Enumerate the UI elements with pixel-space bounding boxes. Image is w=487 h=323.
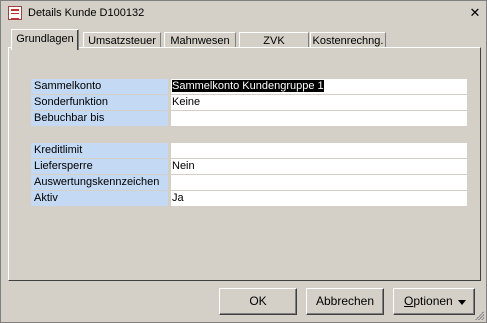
auswertungskennzeichen-select[interactable] [171,175,467,190]
field-value: Keine [172,96,201,108]
kreditlimit-input[interactable] [171,143,467,158]
tab-label: Grundlagen [16,33,74,45]
resize-grip-icon[interactable] [474,310,484,320]
liefersperre-select[interactable]: Nein [171,159,467,174]
options-button[interactable]: Optionen [393,288,475,315]
cancel-button[interactable]: Abbrechen [306,288,384,315]
field-label: Sammelkonto [31,79,168,94]
tab-label: ZVK [263,35,285,47]
window-title: Details Kunde D100132 [28,7,145,19]
title-bar[interactable]: Details Kunde D100132 ✕ [2,2,485,24]
app-icon [8,6,22,20]
field-label: Aktiv [31,191,168,206]
tab-label: Mahnwesen [170,35,230,47]
aktiv-select[interactable]: Ja [171,191,467,206]
field-label: Auswertungskennzeichen [31,175,168,190]
options-accelerator: O [404,294,414,308]
details-dialog: Details Kunde D100132 ✕ Grundlagen Umsat… [0,0,487,323]
tab-label: Kostenrechng. [312,35,384,47]
close-icon[interactable]: ✕ [467,6,483,20]
ok-button[interactable]: OK [219,288,297,315]
field-value: Nein [172,160,195,172]
field-label: Sonderfunktion [31,95,168,110]
sonderfunktion-select[interactable]: Keine [171,95,467,110]
sammelkonto-select[interactable]: Sammelkonto Kundengruppe 1 [171,79,467,94]
field-label: Kreditlimit [31,143,168,158]
tab-grundlagen[interactable]: Grundlagen [11,29,79,50]
field-value: Sammelkonto Kundengruppe 1 [172,80,324,92]
options-label: ptionen [413,294,453,308]
dropdown-arrow-icon [458,300,466,305]
tab-label: Umsatzsteuer [88,35,156,47]
field-value: Ja [172,192,184,204]
bebuchbar-bis-select[interactable] [171,111,467,126]
field-label: Bebuchbar bis [31,111,168,126]
field-label: Liefersperre [31,159,168,174]
tab-panel-grundlagen: Sammelkonto Sammelkonto Kundengruppe 1 S… [8,47,481,281]
